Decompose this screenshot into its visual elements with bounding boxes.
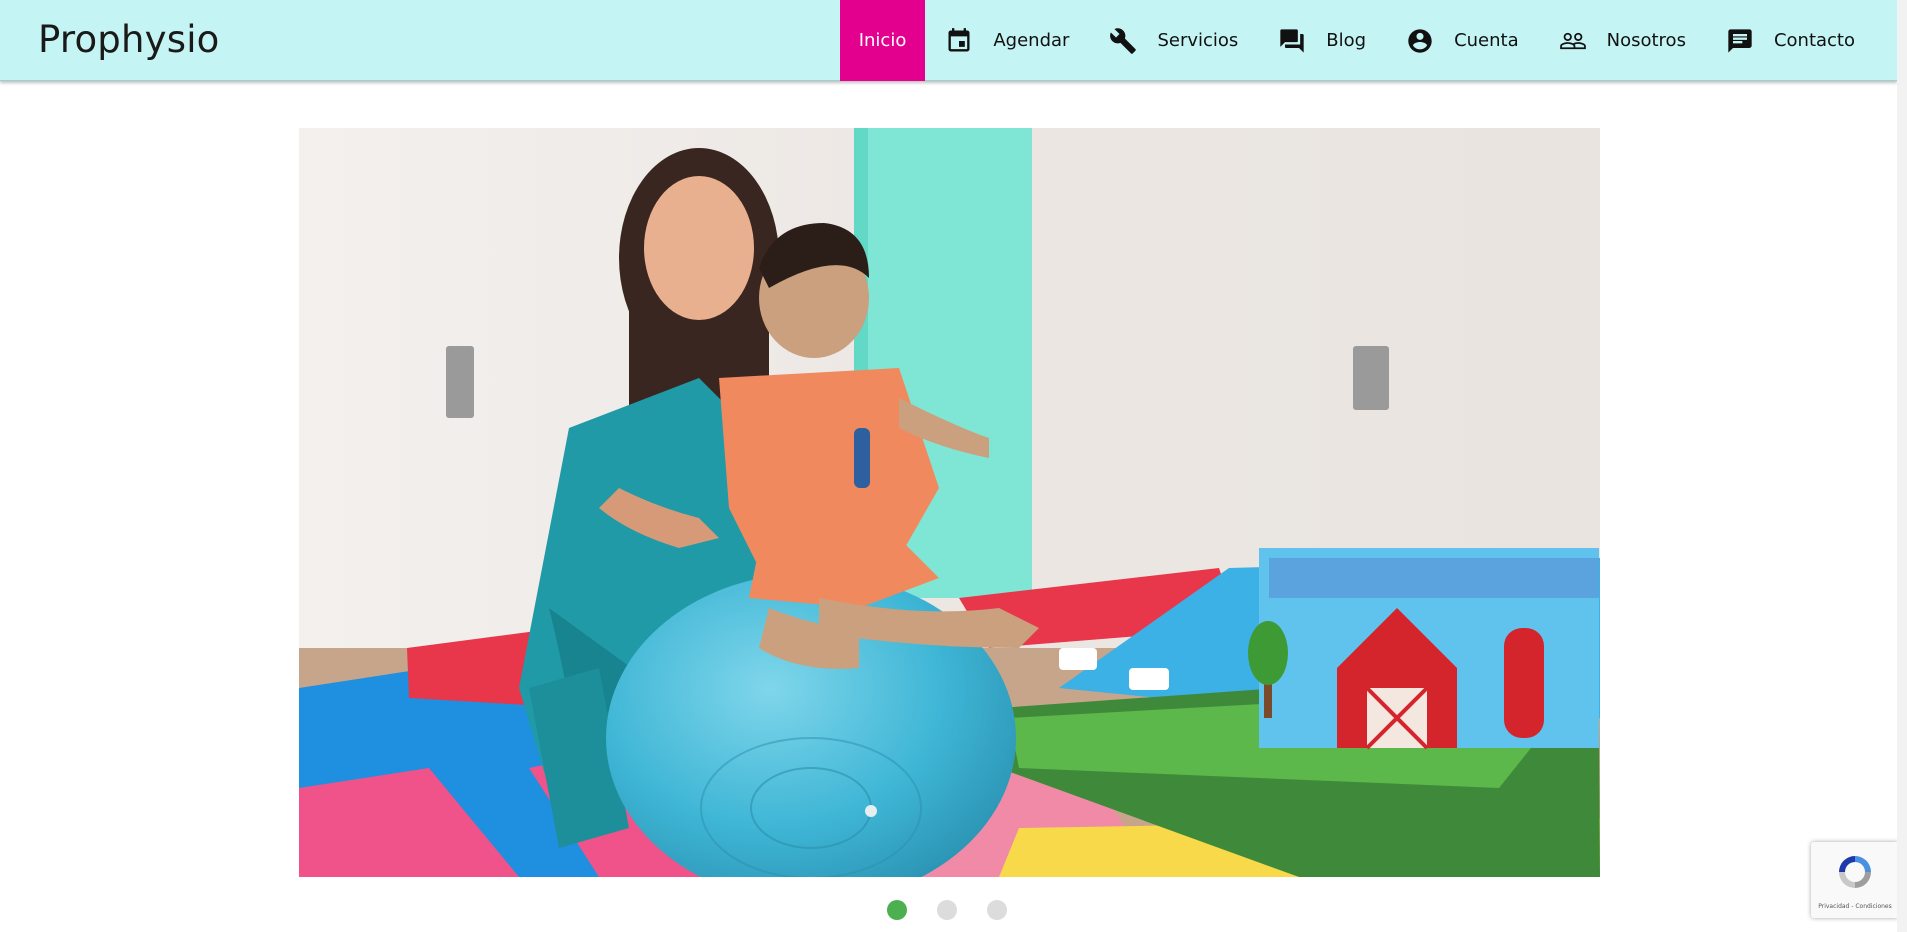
hero-carousel[interactable] (299, 128, 1600, 877)
nav-item-label: Nosotros (1606, 30, 1686, 51)
recaptcha-links[interactable]: Privacidad - Condiciones (1811, 903, 1899, 910)
carousel-dot-3[interactable] (987, 900, 1007, 920)
nav-item-label: Cuenta (1454, 30, 1519, 51)
nav-item-agendar[interactable]: Agendar (925, 0, 1089, 81)
recaptcha-badge[interactable]: Privacidad - Condiciones (1811, 842, 1899, 918)
nav-item-blog[interactable]: Blog (1258, 0, 1386, 81)
brand-logo[interactable]: Prophysio (38, 18, 220, 61)
nav-item-label: Contacto (1773, 30, 1855, 51)
nav-item-cuenta[interactable]: Cuenta (1386, 0, 1539, 81)
carousel-dot-1[interactable] (887, 900, 907, 920)
carousel-dot-2[interactable] (937, 900, 957, 920)
chat-icon (1728, 28, 1752, 53)
nav-item-label: Blog (1326, 30, 1367, 51)
nav-item-label: Servicios (1157, 30, 1239, 51)
account-circle-icon (1408, 28, 1432, 53)
vertical-scrollbar[interactable] (1897, 0, 1907, 932)
carousel-slide-image (299, 128, 1600, 877)
top-navbar: Prophysio Inicio Agendar Servicios Blog … (0, 0, 1897, 81)
nav-item-inicio[interactable]: Inicio (839, 0, 926, 81)
main-nav: Inicio Agendar Servicios Blog Cuenta Nos (839, 0, 1875, 81)
page: Prophysio Inicio Agendar Servicios Blog … (0, 0, 1907, 932)
scrollbar-up-arrow[interactable] (1898, 2, 1906, 12)
carousel-indicators (887, 900, 1007, 920)
calendar-icon (948, 27, 970, 51)
nav-item-nosotros[interactable]: Nosotros (1539, 0, 1706, 81)
recaptcha-icon (1839, 856, 1871, 888)
nav-item-servicios[interactable]: Servicios (1089, 0, 1258, 81)
forum-icon (1280, 28, 1304, 53)
nav-item-label: Inicio (858, 30, 907, 51)
people-icon (1559, 32, 1586, 49)
wrench-icon (1110, 27, 1137, 54)
nav-item-contacto[interactable]: Contacto (1706, 0, 1875, 81)
nav-item-label: Agendar (993, 30, 1070, 51)
